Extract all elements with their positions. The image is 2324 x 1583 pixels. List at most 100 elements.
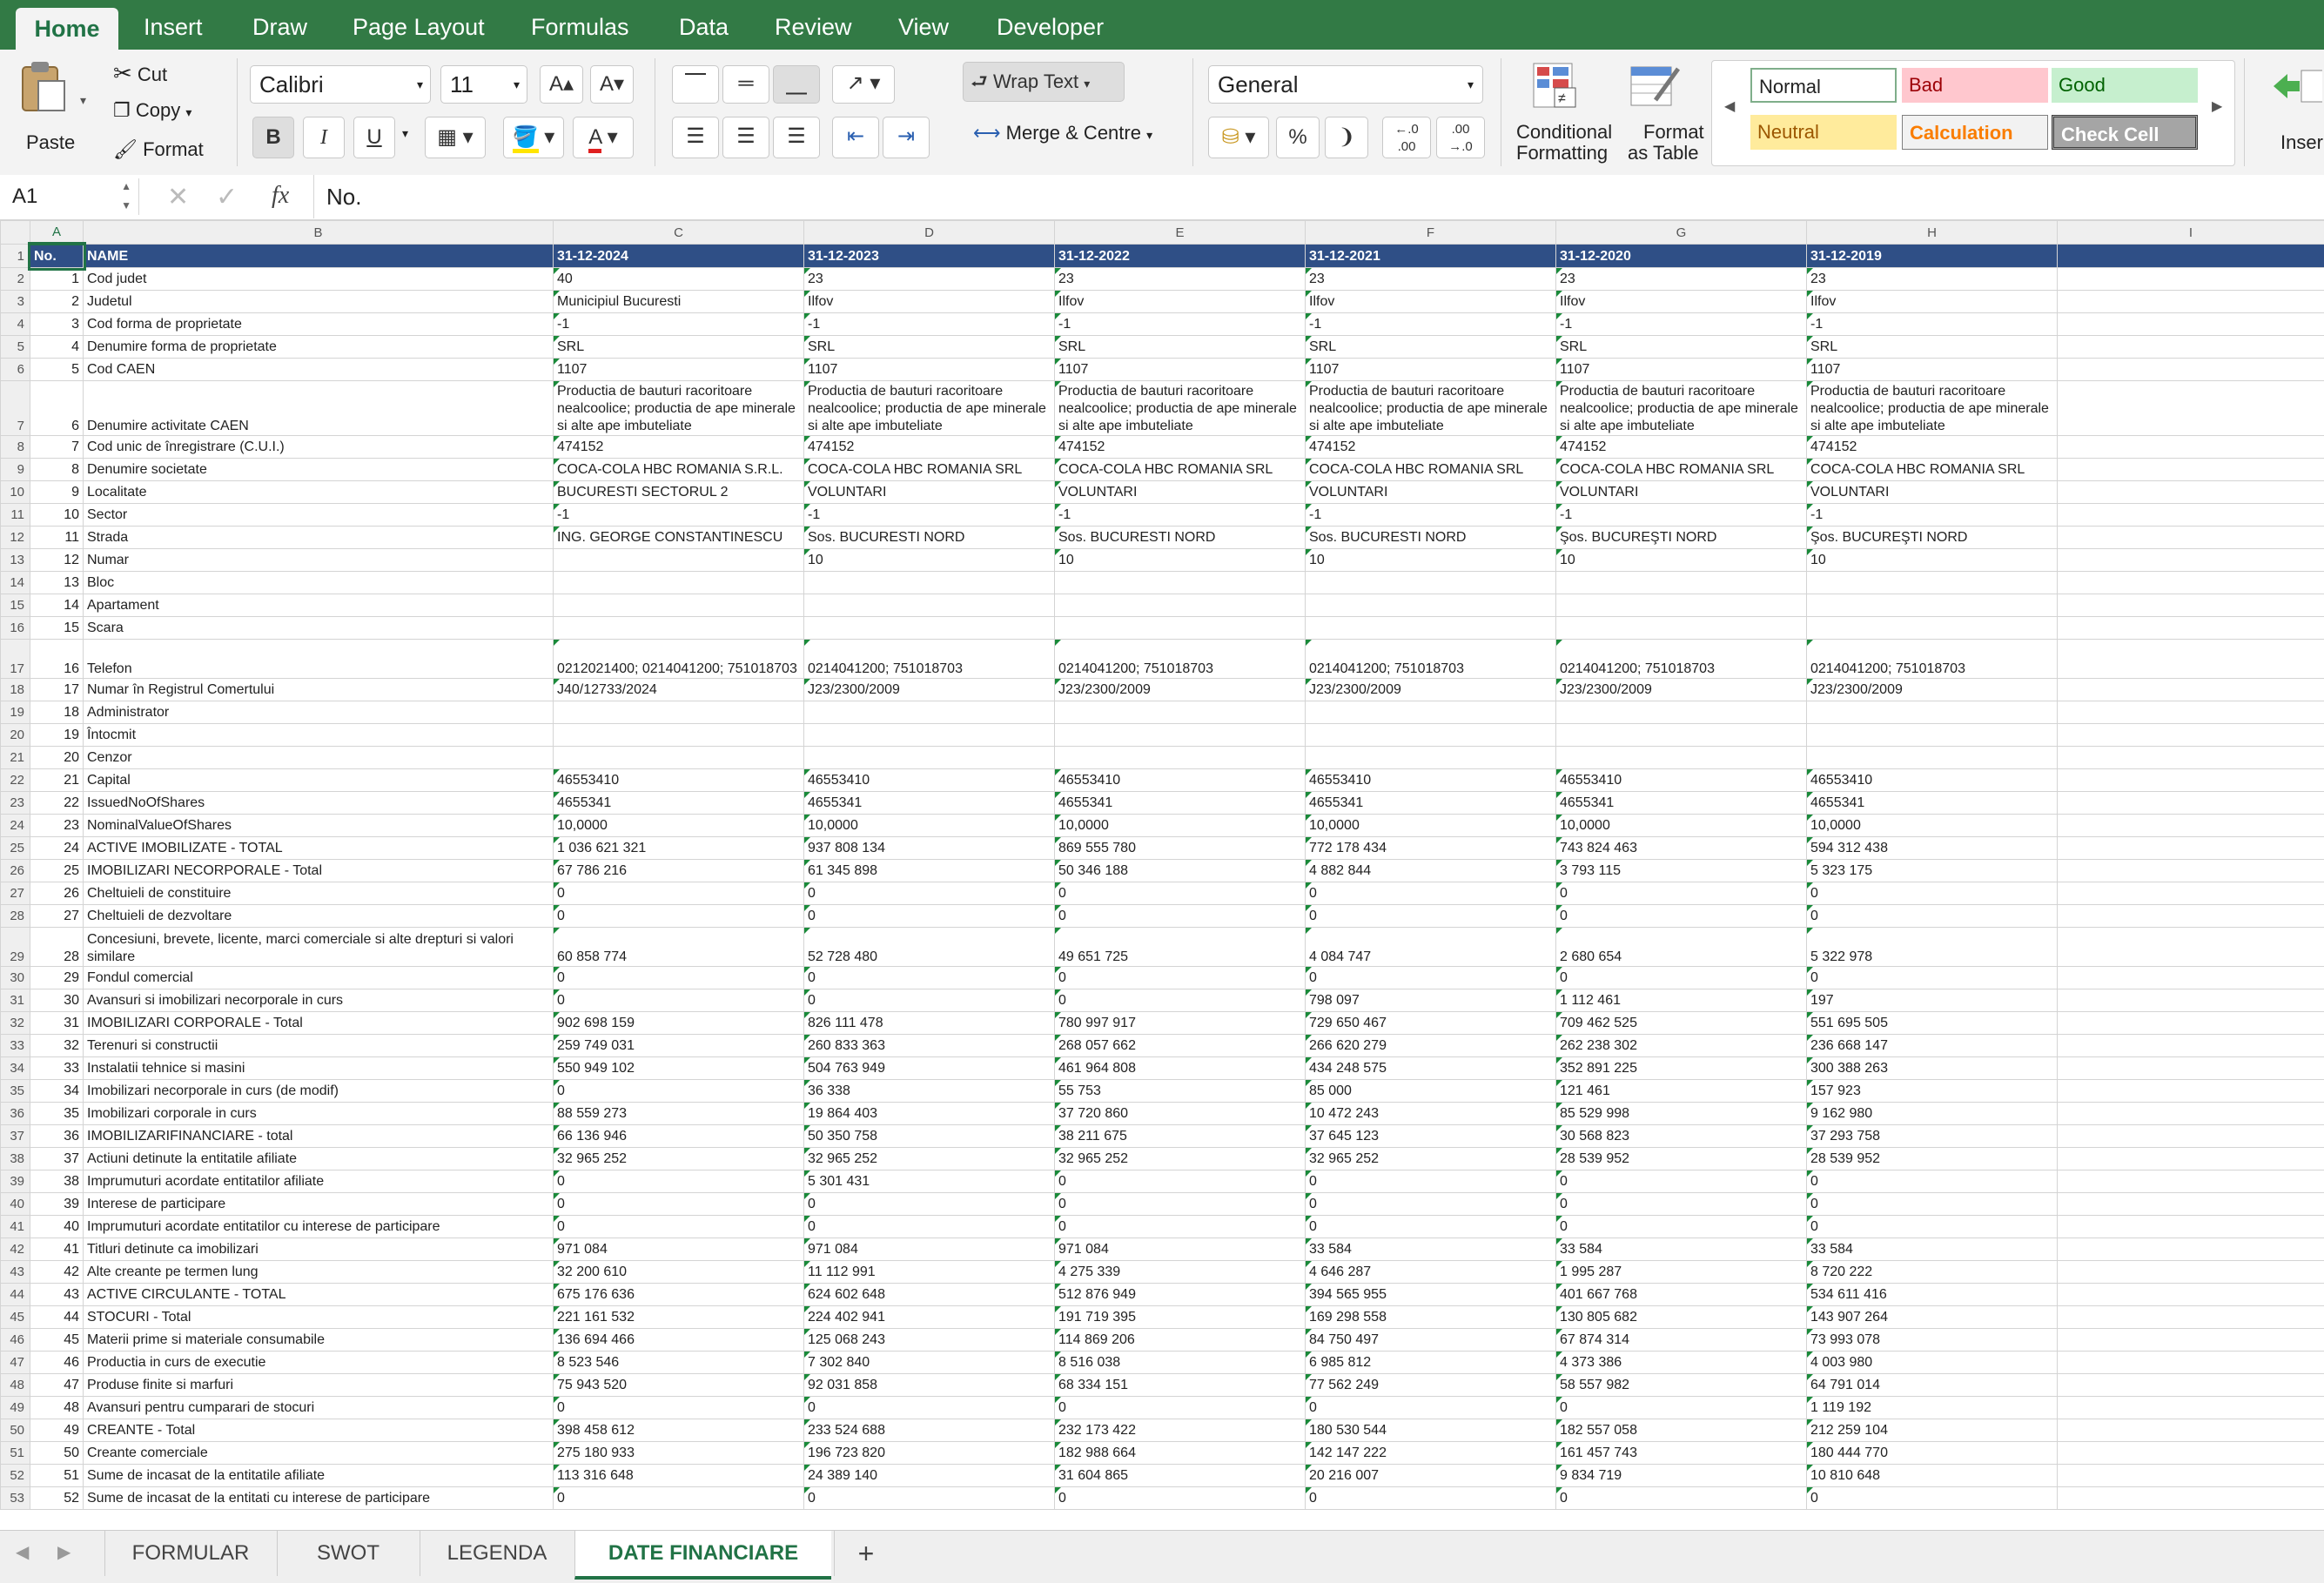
table-cell[interactable] [2058,1261,2324,1284]
table-cell[interactable]: 971 084 [554,1238,804,1261]
table-cell[interactable]: 23 [804,268,1055,291]
table-cell[interactable]: 182 557 058 [1556,1419,1807,1442]
table-cell[interactable] [2058,1284,2324,1306]
table-cell[interactable]: 38 [30,1170,84,1193]
table-cell[interactable]: 50 [30,1442,84,1465]
table-cell[interactable]: Numar în Registrul Comertului [84,679,554,701]
row-header[interactable]: 14 [1,572,30,594]
table-cell[interactable]: 46553410 [1556,769,1807,792]
table-cell[interactable]: 8 [30,459,84,481]
table-cell[interactable]: 16 [30,640,84,679]
table-cell[interactable]: 32 965 252 [1306,1148,1556,1170]
table-cell[interactable]: 266 620 279 [1306,1035,1556,1057]
table-cell[interactable] [1306,572,1556,594]
table-cell[interactable]: 42 [30,1261,84,1284]
table-cell[interactable]: Produse finite si marfuri [84,1374,554,1397]
underline-button[interactable]: U [353,117,395,158]
fill-color-button[interactable]: 🪣 ▾ [503,117,564,158]
table-cell[interactable]: 0 [804,1397,1055,1419]
table-cell[interactable] [2058,1125,2324,1148]
table-cell[interactable] [2058,549,2324,572]
style-good[interactable]: Good [2052,68,2198,103]
check-icon[interactable]: ✓ [216,182,238,212]
table-cell[interactable]: 52 [30,1487,84,1510]
table-cell[interactable] [2058,1057,2324,1080]
tab-insert[interactable]: Insert [144,0,203,50]
table-cell[interactable] [1306,617,1556,640]
table-cell[interactable] [2058,1216,2324,1238]
table-cell[interactable] [554,724,804,747]
table-cell[interactable]: 1107 [1055,359,1306,381]
row-header[interactable]: 41 [1,1216,30,1238]
table-cell[interactable]: 30 [30,989,84,1012]
table-cell[interactable]: 31 [30,1012,84,1035]
table-cell[interactable]: 46553410 [1055,769,1306,792]
table-cell[interactable]: 0 [554,905,804,928]
table-cell[interactable] [2058,313,2324,336]
table-cell[interactable]: 180 444 770 [1807,1442,2058,1465]
number-format-select[interactable]: General▾ [1208,65,1483,104]
table-cell[interactable]: 4 084 747 [1306,928,1556,967]
table-cell[interactable]: Sume de incasat de la entitatile afiliat… [84,1465,554,1487]
table-cell[interactable]: 0 [1055,882,1306,905]
table-cell[interactable]: 6 985 812 [1306,1352,1556,1374]
table-cell[interactable]: 2 [30,291,84,313]
table-cell[interactable]: VOLUNTARI [804,481,1055,504]
table-cell[interactable]: 5 [30,359,84,381]
table-cell[interactable] [2058,1419,2324,1442]
table-cell[interactable]: Denumire activitate CAEN [84,381,554,436]
table-cell[interactable]: VOLUNTARI [1306,481,1556,504]
table-cell[interactable] [554,549,804,572]
table-cell[interactable]: 113 316 648 [554,1465,804,1487]
table-cell[interactable] [2058,1103,2324,1125]
table-cell[interactable]: 798 097 [1306,989,1556,1012]
tab-formulas[interactable]: Formulas [531,0,629,50]
table-cell[interactable]: 47 [30,1374,84,1397]
table-cell[interactable]: 157 923 [1807,1080,2058,1103]
table-cell[interactable] [2058,504,2324,527]
table-cell[interactable]: 51 [30,1465,84,1487]
table-cell[interactable] [804,572,1055,594]
table-cell[interactable]: 5 301 431 [804,1170,1055,1193]
table-cell[interactable] [2058,747,2324,769]
table-cell[interactable] [2058,1374,2324,1397]
table-cell[interactable] [1807,701,2058,724]
table-cell[interactable]: 1107 [554,359,804,381]
row-header[interactable]: 15 [1,594,30,617]
table-cell[interactable]: COCA-COLA HBC ROMANIA SRL [1306,459,1556,481]
row-header[interactable]: 25 [1,837,30,860]
cut-button[interactable]: ✂ Cut [113,60,167,87]
row-header[interactable]: 36 [1,1103,30,1125]
row-header[interactable]: 46 [1,1329,30,1352]
chevron-down-icon[interactable]: ▾ [80,93,86,108]
table-cell[interactable]: 23 [1055,268,1306,291]
table-cell[interactable]: 474152 [1306,436,1556,459]
table-cell[interactable]: 31-12-2020 [1556,245,1807,268]
table-cell[interactable]: -1 [1055,313,1306,336]
table-cell[interactable]: 20 216 007 [1306,1465,1556,1487]
table-cell[interactable] [2058,1306,2324,1329]
table-cell[interactable]: 4 003 980 [1807,1352,2058,1374]
table-cell[interactable]: 11 [30,527,84,549]
align-right-button[interactable]: ☰ [773,117,820,158]
style-bad[interactable]: Bad [1902,68,2048,103]
style-check-cell[interactable]: Check Cell [2052,115,2198,150]
table-cell[interactable] [2058,1012,2324,1035]
table-cell[interactable]: 33 584 [1807,1238,2058,1261]
table-cell[interactable]: 2 680 654 [1556,928,1807,967]
table-cell[interactable]: 12 [30,549,84,572]
table-cell[interactable]: 0 [1055,967,1306,989]
row-header[interactable]: 2 [1,268,30,291]
table-cell[interactable]: Scara [84,617,554,640]
table-cell[interactable] [2058,268,2324,291]
table-cell[interactable]: 902 698 159 [554,1012,804,1035]
table-cell[interactable]: 5 323 175 [1807,860,2058,882]
table-cell[interactable]: 197 [1807,989,2058,1012]
column-header-b[interactable]: B [84,221,554,245]
table-cell[interactable] [804,747,1055,769]
table-cell[interactable] [2058,459,2324,481]
table-cell[interactable]: Denumire societate [84,459,554,481]
cancel-icon[interactable]: ✕ [167,182,189,212]
table-cell[interactable]: COCA-COLA HBC ROMANIA SRL [804,459,1055,481]
table-cell[interactable] [804,724,1055,747]
